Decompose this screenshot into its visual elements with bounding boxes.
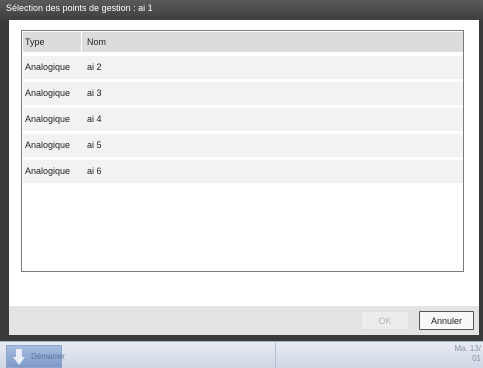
- list-rows: Analogique ai 2 Analogique ai 3 Analogiq…: [23, 56, 463, 186]
- row-type: Analogique: [25, 62, 71, 72]
- column-separator: [81, 32, 82, 52]
- management-points-list[interactable]: Type Nom Analogique ai 2 Analogique ai 3…: [21, 30, 464, 272]
- start-button[interactable]: Démarrer: [6, 345, 65, 368]
- row-type: Analogique: [25, 166, 71, 176]
- column-header-type[interactable]: Type: [25, 32, 81, 52]
- row-type: Analogique: [25, 114, 71, 124]
- list-row[interactable]: Analogique ai 6: [23, 160, 463, 183]
- list-row[interactable]: Analogique ai 4: [23, 108, 463, 131]
- row-name: ai 2: [87, 62, 102, 72]
- list-row[interactable]: Analogique ai 5: [23, 134, 463, 157]
- taskbar: Démarrer Ma. 13/ 01: [0, 341, 483, 368]
- row-type: Analogique: [25, 88, 71, 98]
- column-header-name[interactable]: Nom: [87, 32, 106, 52]
- row-name: ai 4: [87, 114, 102, 124]
- cancel-button[interactable]: Annuler: [419, 311, 474, 330]
- dialog-title: Sélection des points de gestion : ai 1: [0, 0, 483, 20]
- taskbar-clock: Ma. 13/ 01: [454, 344, 481, 364]
- selection-dialog: Sélection des points de gestion : ai 1 T…: [0, 0, 483, 341]
- start-label: Démarrer: [31, 352, 65, 361]
- taskbar-divider: [275, 342, 276, 368]
- button-bar: OK Annuler: [9, 306, 479, 335]
- list-row[interactable]: Analogique ai 2: [23, 56, 463, 79]
- dialog-content: Type Nom Analogique ai 2 Analogique ai 3…: [9, 20, 479, 306]
- row-name: ai 5: [87, 140, 102, 150]
- row-name: ai 6: [87, 166, 102, 176]
- clock-line-1: Ma. 13/: [454, 344, 481, 353]
- row-type: Analogique: [25, 140, 71, 150]
- ok-button[interactable]: OK: [361, 311, 409, 330]
- list-row[interactable]: Analogique ai 3: [23, 82, 463, 105]
- clock-line-2: 01: [472, 354, 481, 363]
- down-arrow-icon: [13, 349, 25, 365]
- row-name: ai 3: [87, 88, 102, 98]
- list-header: Type Nom: [23, 32, 463, 52]
